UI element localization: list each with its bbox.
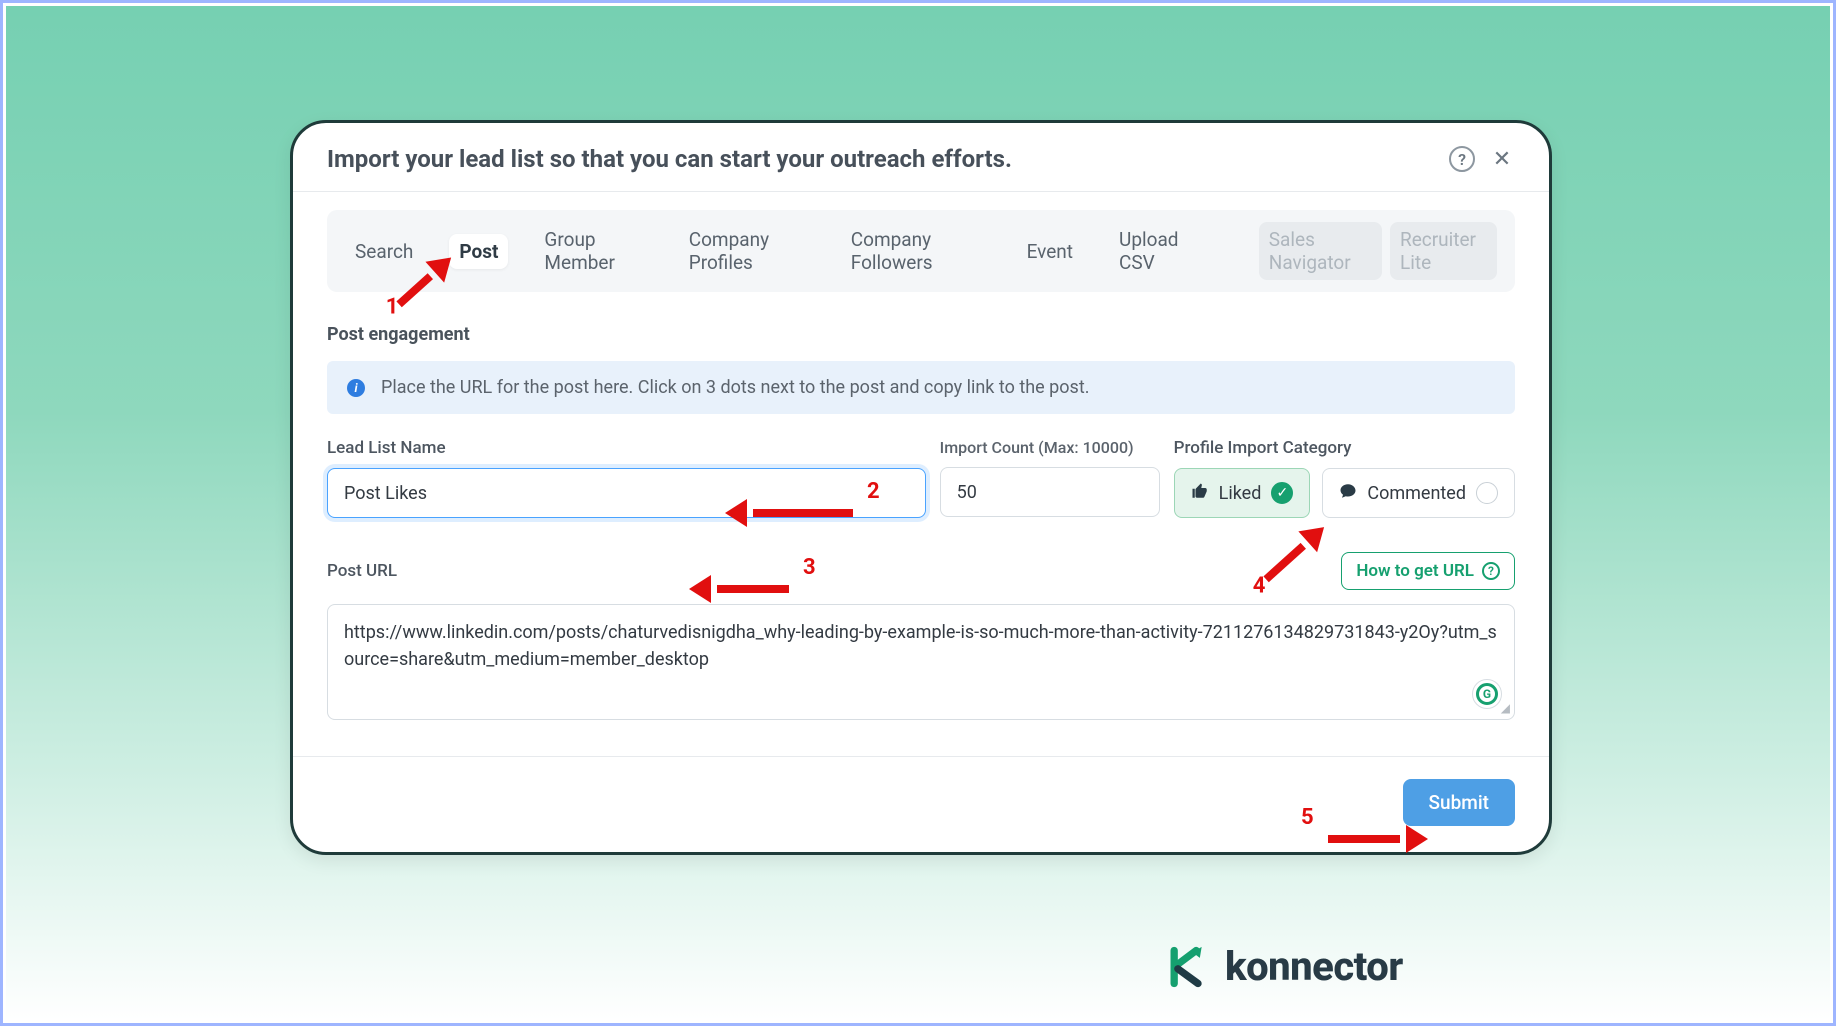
radio-unchecked-icon <box>1476 482 1498 504</box>
import-source-tabs: Search Post Group Member Company Profile… <box>327 210 1515 292</box>
check-circle-icon: ✓ <box>1271 482 1293 504</box>
annotation-label-4: 4 <box>1252 573 1265 598</box>
modal-body: Search Post Group Member Company Profile… <box>293 192 1549 728</box>
post-url-textarea[interactable]: https://www.linkedin.com/posts/chaturved… <box>327 604 1515 720</box>
modal-header: Import your lead list so that you can st… <box>293 123 1549 191</box>
comment-icon <box>1339 482 1357 505</box>
annotation-arrow-5: 5 <box>1301 825 1428 853</box>
import-count-label: Import Count (Max: 10000) <box>940 438 1160 457</box>
import-count-input[interactable] <box>940 467 1160 517</box>
annotation-label-3: 3 <box>803 555 816 580</box>
category-label: Profile Import Category <box>1174 438 1515 458</box>
category-commented-label: Commented <box>1367 483 1466 504</box>
annotation-label-2: 2 <box>867 479 880 504</box>
post-url-label: Post URL <box>327 561 397 581</box>
tab-search[interactable]: Search <box>345 234 423 269</box>
tab-company-followers[interactable]: Company Followers <box>841 222 991 280</box>
tab-upload-csv[interactable]: Upload CSV <box>1109 222 1207 280</box>
fields-row: Lead List Name Import Count (Max: 10000)… <box>327 438 1515 518</box>
post-url-row: Post URL How to get URL ? <box>327 552 1515 590</box>
info-icon: i <box>347 379 365 397</box>
import-count-field: Import Count (Max: 10000) <box>940 438 1160 517</box>
info-banner: i Place the URL for the post here. Click… <box>327 361 1515 414</box>
import-leads-modal: Import your lead list so that you can st… <box>290 120 1552 855</box>
submit-button[interactable]: Submit <box>1403 779 1515 826</box>
howto-label: How to get URL <box>1356 561 1474 581</box>
annotation-label-5: 5 <box>1301 805 1314 830</box>
resize-handle-icon[interactable]: ◢ <box>1501 699 1510 717</box>
category-commented-button[interactable]: Commented <box>1322 468 1515 518</box>
tab-company-profiles[interactable]: Company Profiles <box>679 222 815 280</box>
info-text: Place the URL for the post here. Click o… <box>381 377 1089 398</box>
category-buttons: Liked ✓ Commented <box>1174 468 1515 518</box>
tab-recruiter-lite: Recruiter Lite <box>1390 222 1497 280</box>
tab-event[interactable]: Event <box>1017 234 1083 269</box>
annotation-label-1: 1 <box>385 294 398 319</box>
how-to-get-url-button[interactable]: How to get URL ? <box>1341 552 1515 590</box>
tab-group-member[interactable]: Group Member <box>534 222 652 280</box>
category-liked-label: Liked <box>1219 483 1262 504</box>
section-title: Post engagement <box>327 324 1515 345</box>
modal-title: Import your lead list so that you can st… <box>327 145 1435 173</box>
annotation-arrow-2: 2 <box>725 499 880 527</box>
grammarly-icon[interactable]: G <box>1472 679 1502 709</box>
close-icon[interactable]: ✕ <box>1489 146 1515 172</box>
annotation-arrow-3: 3 <box>689 575 816 603</box>
help-circle-icon: ? <box>1482 562 1500 580</box>
tab-post[interactable]: Post <box>449 234 508 269</box>
thumbs-up-icon <box>1191 482 1209 505</box>
tab-sales-navigator: Sales Navigator <box>1259 222 1382 280</box>
lead-list-label: Lead List Name <box>327 438 926 458</box>
brand-mark-icon <box>1165 945 1209 989</box>
brand-name: konnector <box>1225 943 1403 990</box>
category-liked-button[interactable]: Liked ✓ <box>1174 468 1311 518</box>
help-icon[interactable]: ? <box>1449 146 1475 172</box>
category-field: Profile Import Category Liked ✓ Commente <box>1174 438 1515 518</box>
post-url-value: https://www.linkedin.com/posts/chaturved… <box>344 622 1497 670</box>
brand-logo: konnector <box>1165 943 1403 990</box>
